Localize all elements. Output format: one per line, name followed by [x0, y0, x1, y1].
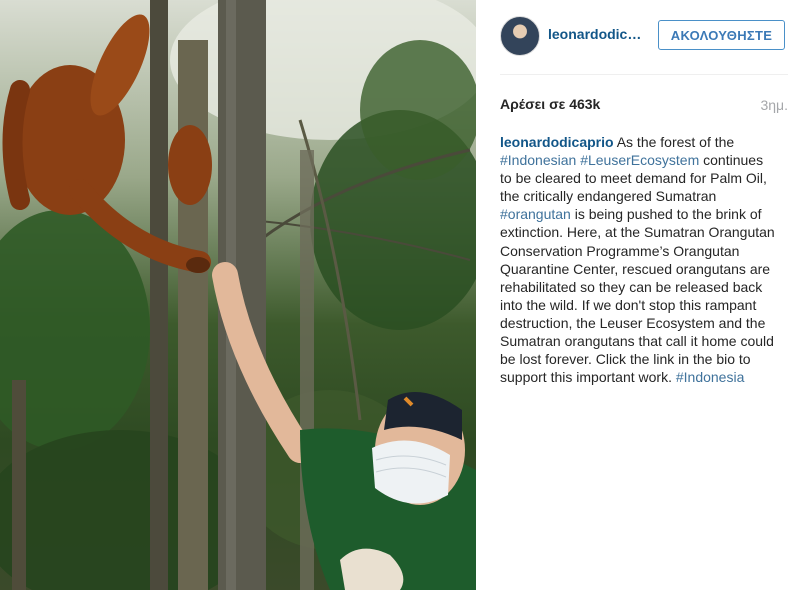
caption-username-link[interactable]: leonardodicaprio: [500, 134, 614, 150]
post-details-panel: leonardodicaprio ΑΚΟΛΟΥΘΗΣΤΕ Αρέσει σε 4…: [476, 0, 794, 590]
hashtag-link[interactable]: #Indonesian: [500, 152, 576, 168]
caption-text: is being pushed to the brink of extincti…: [500, 206, 775, 386]
post-caption: leonardodicaprio As the forest of the #I…: [500, 133, 778, 386]
follow-button[interactable]: ΑΚΟΛΟΥΘΗΣΤΕ: [658, 20, 785, 50]
post-header: leonardodicaprio ΑΚΟΛΟΥΘΗΣΤΕ: [500, 16, 788, 56]
avatar[interactable]: [500, 16, 540, 56]
post-photo: [0, 0, 476, 590]
hashtag-link[interactable]: #Indonesia: [676, 369, 745, 385]
likes-count[interactable]: Αρέσει σε 463k: [500, 96, 600, 112]
username-link[interactable]: leonardodicaprio: [548, 26, 648, 42]
jungle-photo-illustration: [0, 0, 476, 590]
hashtag-link[interactable]: #LeuserEcosystem: [580, 152, 699, 168]
post-time[interactable]: 3ημ.: [760, 97, 788, 113]
divider: [500, 74, 788, 75]
hashtag-link[interactable]: #orangutan: [500, 206, 571, 222]
caption-text: As the forest of the: [613, 134, 735, 150]
